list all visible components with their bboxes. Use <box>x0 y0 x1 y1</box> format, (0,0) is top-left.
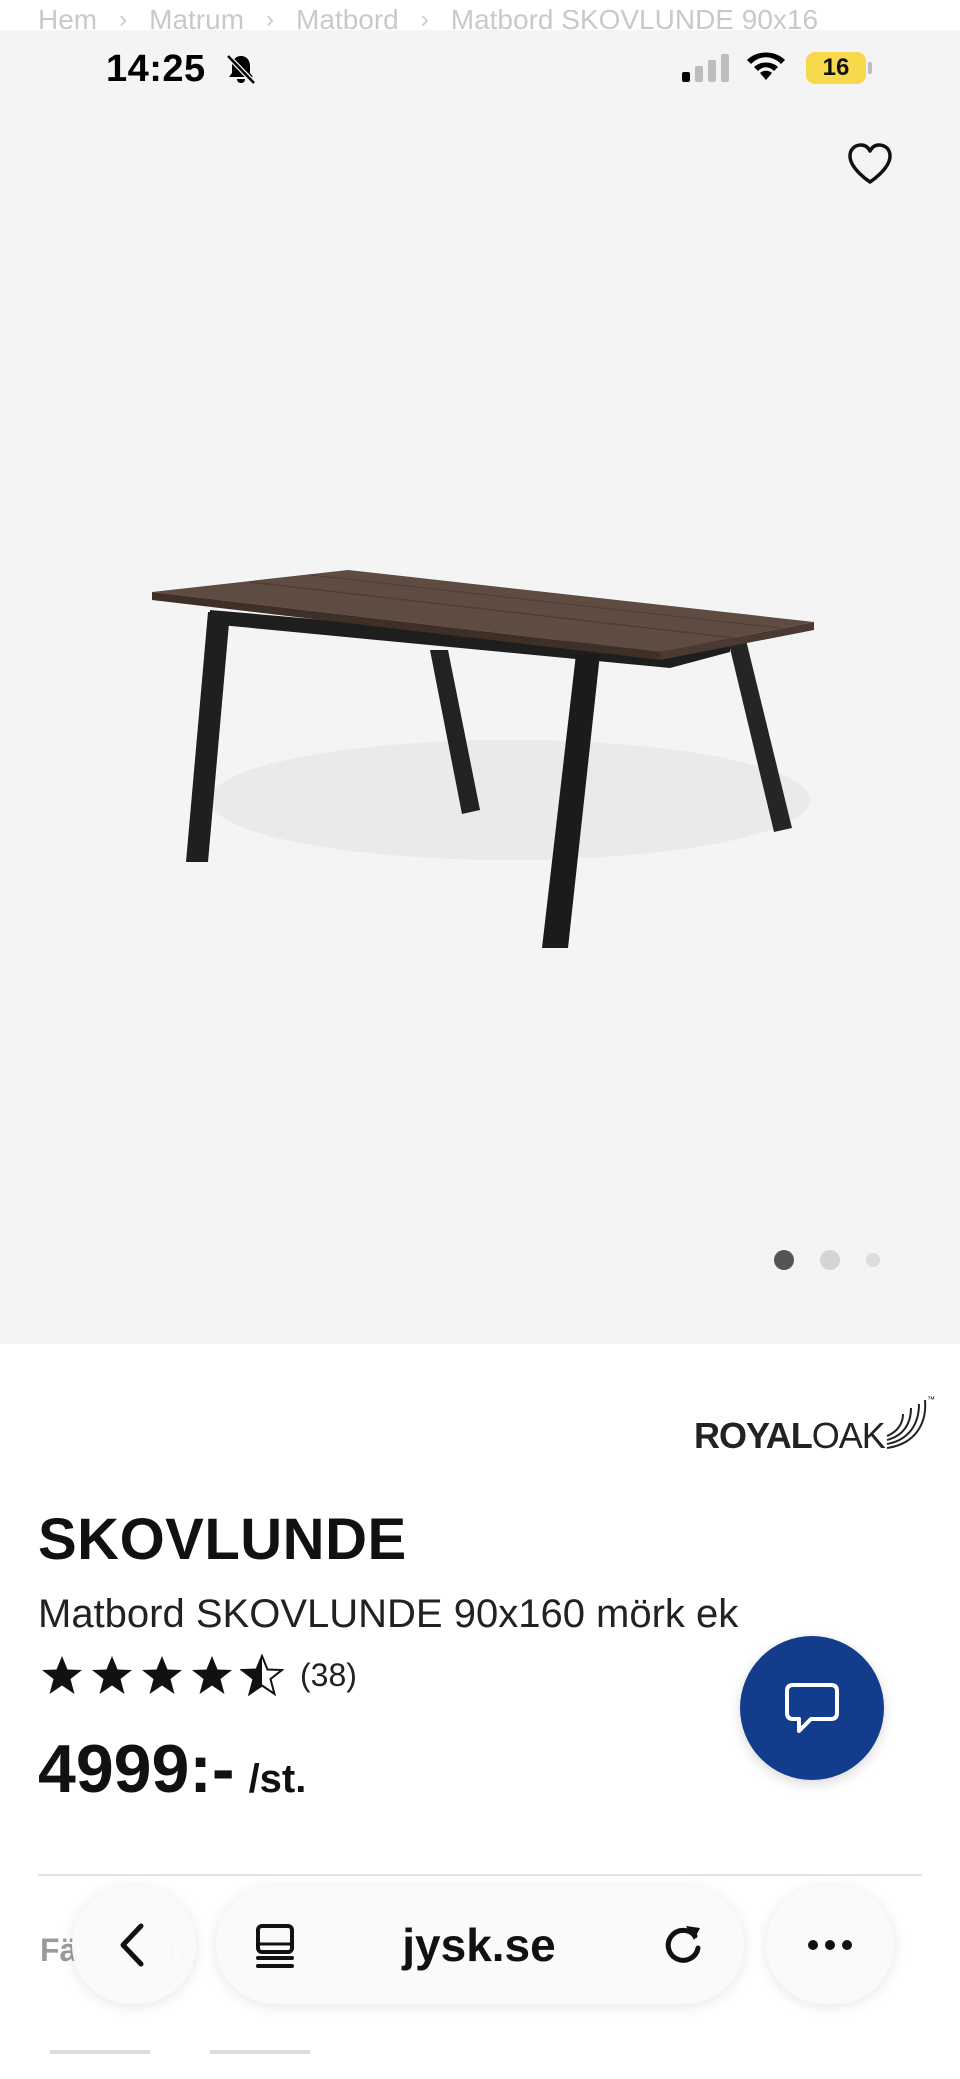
svg-text:™: ™ <box>927 1395 935 1404</box>
product-price: 4999:- /st. <box>38 1730 306 1808</box>
variant-thumbnail[interactable] <box>50 2050 150 2079</box>
more-options-button[interactable] <box>766 1886 894 2004</box>
brand-logo-part2: OAK <box>811 1415 886 1456</box>
pagination-dot[interactable] <box>866 1253 880 1267</box>
star-full-icon <box>92 1656 132 1694</box>
product-image <box>152 570 814 948</box>
star-half-icon <box>240 1654 284 1696</box>
brand-logo[interactable]: ROYALOAK ™ <box>694 1384 937 1454</box>
back-button[interactable] <box>72 1886 196 2004</box>
gallery-pagination <box>774 1250 880 1270</box>
ellipsis-icon <box>808 1940 852 1950</box>
page-menu-icon[interactable] <box>250 1920 300 1970</box>
pagination-dot[interactable] <box>820 1250 840 1270</box>
cellular-signal-icon <box>682 52 729 82</box>
status-time: 14:25 <box>106 48 206 90</box>
url-text[interactable]: jysk.se <box>402 1918 555 1972</box>
price-unit: /st. <box>248 1757 307 1801</box>
pagination-dot-active[interactable] <box>774 1250 794 1270</box>
product-rating[interactable]: (38) <box>40 1654 357 1696</box>
product-name: SKOVLUNDE <box>38 1507 407 1572</box>
star-full-icon <box>192 1656 232 1694</box>
review-count[interactable]: (38) <box>300 1657 357 1694</box>
heart-icon[interactable] <box>846 142 894 186</box>
wifi-icon <box>747 52 785 80</box>
battery-indicator: 16 <box>806 52 872 84</box>
price-value: 4999:- <box>38 1731 235 1807</box>
brand-logo-arcs: ™ <box>886 1395 935 1449</box>
variant-thumbnail[interactable] <box>210 2050 310 2079</box>
status-bar: 14:25 16 <box>0 30 960 110</box>
chat-button[interactable] <box>740 1636 884 1780</box>
chevron-left-icon <box>120 1923 144 1967</box>
chat-bubble-icon <box>785 1683 839 1733</box>
variant-thumbnails <box>50 2050 310 2079</box>
product-image-gallery[interactable] <box>0 60 960 1344</box>
star-full-icon <box>42 1656 82 1694</box>
bell-slash-icon <box>226 54 256 85</box>
product-subtitle: Matbord SKOVLUNDE 90x160 mörk ek <box>38 1592 739 1636</box>
star-full-icon <box>142 1656 182 1694</box>
address-bar[interactable]: jysk.se <box>216 1886 744 2004</box>
reload-icon[interactable] <box>658 1920 708 1970</box>
section-divider <box>38 1874 922 1876</box>
brand-logo-part1: ROYAL <box>694 1415 813 1456</box>
